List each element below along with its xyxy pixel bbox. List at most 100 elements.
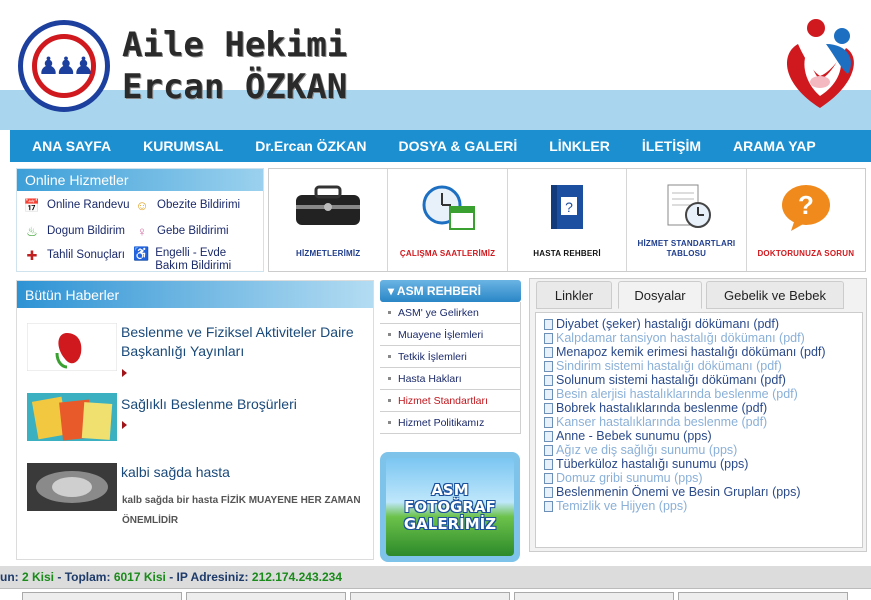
file-icon xyxy=(544,500,553,512)
calendar-icon: 📅 xyxy=(23,198,41,213)
news-thumbnail xyxy=(27,323,117,371)
nav-iletisim[interactable]: İLETİŞİM xyxy=(626,138,717,154)
nav-kurumsal[interactable]: KURUMSAL xyxy=(127,138,239,154)
nav-arama-yap[interactable]: ARAMA YAP xyxy=(717,138,832,154)
main-nav: ANA SAYFA KURUMSAL Dr.Ercan ÖZKAN DOSYA … xyxy=(10,130,871,162)
dogum-bildirim-link[interactable]: ♨ Dogum Bildirim xyxy=(23,225,125,241)
asm-item[interactable]: Hizmet Politikamız xyxy=(380,412,521,434)
document-link[interactable]: Menapoz kemik erimesi hastalığı dökümanı… xyxy=(544,345,854,359)
taskbar-segment[interactable] xyxy=(186,592,346,600)
news-thumbnail xyxy=(27,393,117,441)
taskbar-segment[interactable] xyxy=(678,592,848,600)
site-title-line1: Aile Hekimi xyxy=(122,25,348,65)
tabs-panel: Linkler Dosyalar Gebelik ve Bebek Diyabe… xyxy=(529,278,867,552)
document-link[interactable]: Ağız ve diş sağlığı sunumu (pps) xyxy=(544,443,854,457)
taskbar-strip xyxy=(0,588,871,600)
services-bar: HİZMETLERİMİZ ÇALIŞMA SAATLERİMİZ ? HAST… xyxy=(268,168,866,272)
nav-dosya-galeri[interactable]: DOSYA & GALERİ xyxy=(382,138,533,154)
document-link[interactable]: Kalpdamar tansiyon hastalığı dökümanı (p… xyxy=(544,331,854,345)
news-panel: Bütün Haberler Beslenme ve Fiziksel Akti… xyxy=(16,280,374,560)
site-title-line2: Ercan ÖZKAN xyxy=(122,67,348,107)
gebe-bildirimi-link[interactable]: ♀ Gebe Bildirimi xyxy=(133,225,228,241)
document-link[interactable]: Diyabet (şeker) hastalığı dökümanı (pdf) xyxy=(544,317,854,331)
file-icon xyxy=(544,346,553,358)
document-link[interactable]: Beslenmenin Önemi ve Besin Grupları (pps… xyxy=(544,485,854,499)
mother-baby-logo-icon xyxy=(787,19,854,108)
nav-doctor[interactable]: Dr.Ercan ÖZKAN xyxy=(239,138,382,154)
tab-dosyalar[interactable]: Dosyalar xyxy=(618,281,702,309)
file-icon xyxy=(544,388,553,400)
tahlil-sonuclari-link[interactable]: ✚ Tahlil Sonuçları xyxy=(23,249,125,265)
document-link[interactable]: Tüberküloz hastalığı sunumu (pps) xyxy=(544,457,854,471)
gallery-image: ASM FOTOĞRAF GALERİMİZ xyxy=(386,458,514,556)
tab-row: Linkler Dosyalar Gebelik ve Bebek xyxy=(530,279,866,309)
logo-inner-ring: ♟♟♟ xyxy=(32,34,96,98)
document-link[interactable]: Temizlik ve Hijyen (pps) xyxy=(544,499,854,513)
clock-calendar-icon xyxy=(422,185,475,230)
online-services-panel: Online Hizmetler 📅 Online Randevu ☺ Obez… xyxy=(16,168,264,272)
ip-address: 212.174.243.234 xyxy=(251,570,342,584)
nav-linkler[interactable]: LİNKLER xyxy=(533,138,626,154)
file-icon xyxy=(544,416,553,428)
engelli-bildirimi-link[interactable]: ♿ Engelli - Evde Bakım Bildirimi xyxy=(133,247,261,273)
svg-text:?: ? xyxy=(798,190,814,220)
news-title[interactable]: Sağlıklı Beslenme Broşürleri xyxy=(121,395,371,414)
asm-guide-menu: ▾ ASM REHBERİ ASM' ye Gelirken Muayene İ… xyxy=(380,280,521,434)
nav-ana-sayfa[interactable]: ANA SAYFA xyxy=(10,138,127,154)
wheelchair-icon: ♿ xyxy=(133,246,150,261)
service-label: HASTA REHBERİ xyxy=(533,249,601,258)
stroller-icon: ♨ xyxy=(26,224,38,239)
taskbar-segment[interactable] xyxy=(514,592,674,600)
service-label: HİZMETLERİMİZ xyxy=(296,249,361,258)
tab-linkler[interactable]: Linkler xyxy=(536,281,612,309)
document-link[interactable]: Sindirim sistemi hastalığı dökümanı (pdf… xyxy=(544,359,854,373)
file-icon xyxy=(544,374,553,386)
service-calisma-saatleri[interactable]: ÇALIŞMA SAATLERİMİZ xyxy=(388,169,508,271)
obezite-bildirimi-link[interactable]: ☺ Obezite Bildirimi xyxy=(133,199,240,215)
site-logo[interactable]: ♟♟♟ xyxy=(18,20,110,112)
bullet-icon xyxy=(388,333,391,336)
taskbar-segment[interactable] xyxy=(350,592,510,600)
online-randevu-link[interactable]: 📅 Online Randevu xyxy=(23,198,130,215)
asm-item[interactable]: Hasta Hakları xyxy=(380,368,521,390)
asm-item[interactable]: ASM' ye Gelirken xyxy=(380,302,521,324)
service-hasta-rehberi[interactable]: ? HASTA REHBERİ xyxy=(508,169,628,271)
asm-item[interactable]: Muayene İşlemleri xyxy=(380,324,521,346)
service-hizmetlerimiz[interactable]: HİZMETLERİMİZ xyxy=(269,169,389,271)
smiley-icon: ☺ xyxy=(135,198,149,213)
tab-gebelik-bebek[interactable]: Gebelik ve Bebek xyxy=(706,281,844,309)
service-label: HİZMET STANDARTLARI TABLOSU xyxy=(637,239,736,258)
visitor-status-bar: un: 2 Kisi - Toplam: 6017 Kisi - IP Adre… xyxy=(0,566,871,588)
document-link[interactable]: Solunum sistemi hastalığı dökümanı (pdf) xyxy=(544,373,854,387)
svg-text:?: ? xyxy=(565,199,573,215)
document-link[interactable]: Kanser hastalıklarında beslenme (pdf) xyxy=(544,415,854,429)
documents-list: Diyabet (şeker) hastalığı dökümanı (pdf)… xyxy=(535,312,863,548)
file-icon xyxy=(544,472,553,484)
document-link[interactable]: Bobrek hastalıklarında beslenme (pdf) xyxy=(544,401,854,415)
news-title[interactable]: Beslenme ve Fiziksel Aktiviteler Daire B… xyxy=(121,323,371,361)
gallery-text: ASM FOTOĞRAF GALERİMİZ xyxy=(403,480,497,533)
service-doktorunuza-sorun[interactable]: ? DOKTORUNUZA SORUN xyxy=(747,169,865,271)
news-arrow-icon xyxy=(122,421,127,429)
news-arrow-icon xyxy=(122,369,127,377)
news-summary: kalb sağda bir hasta FİZİK MUAYENE HER Z… xyxy=(122,495,361,526)
document-link[interactable]: Besin alerjisi hastalıklarında beslenme … xyxy=(544,387,854,401)
file-icon xyxy=(544,444,553,456)
bullet-icon xyxy=(388,399,391,402)
asm-guide-title: ▾ ASM REHBERİ xyxy=(380,280,521,302)
bullet-icon xyxy=(388,377,391,380)
document-link[interactable]: Anne - Bebek sunumu (pps) xyxy=(544,429,854,443)
service-label: ÇALIŞMA SAATLERİMİZ xyxy=(399,249,496,258)
file-icon xyxy=(544,332,553,344)
document-link[interactable]: Domuz gribi sunumu (pps) xyxy=(544,471,854,485)
online-count: 2 Kisi xyxy=(22,570,55,584)
syringe-icon: ✚ xyxy=(26,248,38,263)
photo-gallery-banner[interactable]: ASM FOTOĞRAF GALERİMİZ xyxy=(380,452,520,562)
taskbar-segment[interactable] xyxy=(22,592,182,600)
bullet-icon xyxy=(388,421,391,424)
asm-item[interactable]: Tetkik İşlemleri xyxy=(380,346,521,368)
news-title[interactable]: kalbi sağda hasta xyxy=(121,463,371,482)
asm-item-active[interactable]: Hizmet Standartları xyxy=(380,390,521,412)
service-label: DOKTORUNUZA SORUN xyxy=(757,249,855,258)
service-hizmet-standartlari[interactable]: HİZMET STANDARTLARI TABLOSU xyxy=(627,169,747,271)
